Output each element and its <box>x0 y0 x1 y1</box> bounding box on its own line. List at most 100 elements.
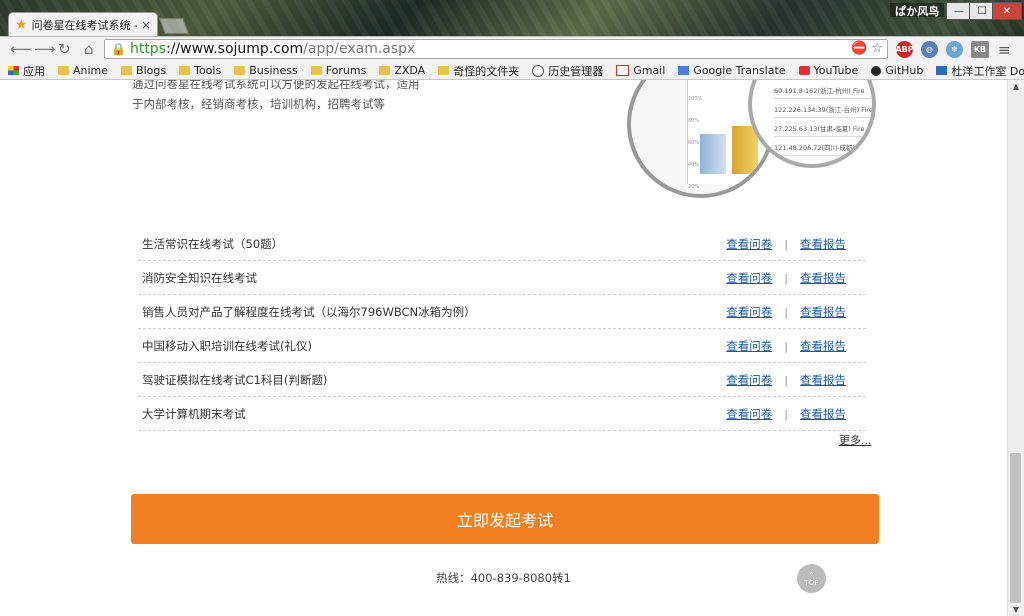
back-arrow-icon[interactable]: ⟵ <box>10 40 32 58</box>
bookmark-item[interactable]: GitHub <box>871 64 923 77</box>
view-survey-link[interactable]: 查看问卷 <box>726 236 772 252</box>
bookmark-label: YouTube <box>813 64 859 77</box>
hamburger-menu-icon[interactable]: ≡ <box>998 41 1011 59</box>
bookmark-label: Gmail <box>633 64 666 77</box>
gmail-icon <box>616 65 630 76</box>
intro-text: 通过问卷星在线考试系统可以方便的发起在线考试，适用于内部考核，经销商考核，培训机… <box>132 80 420 111</box>
user-profile-badge[interactable]: ぱか风鸟 <box>890 3 945 18</box>
link-separator: | <box>784 271 788 285</box>
folder-icon <box>121 66 133 75</box>
lock-icon: 🔒 <box>111 42 126 56</box>
view-survey-link[interactable]: 查看问卷 <box>726 338 772 354</box>
bookmark-item[interactable]: Tools <box>179 64 221 77</box>
exam-list: 生活常识在线考试（50题） 查看问卷 | 查看报告 消防安全知识在线考试 查看问卷 | 查看报… <box>138 228 866 432</box>
view-survey-link[interactable]: 查看问卷 <box>726 304 772 320</box>
bookmark-item[interactable]: Business <box>234 64 298 77</box>
browser-chrome: ★ 问卷星在线考试系统 - 免 × ぱか风鸟 — ☐ ✕ ⟵ ⟶ ↻ ⌂ 🔒 h… <box>0 0 1024 80</box>
view-report-link[interactable]: 查看报告 <box>800 406 846 422</box>
link-separator: | <box>784 407 788 421</box>
doyoung-icon <box>936 66 948 75</box>
bookmark-label: 历史管理器 <box>548 64 604 78</box>
globe-extension-icon[interactable]: ◍ <box>921 41 938 58</box>
magnifier-row: 27.225.63.13(甘肃-临夏) Fire <box>774 122 872 137</box>
view-report-link[interactable]: 查看报告 <box>800 270 846 286</box>
address-bar[interactable]: 🔒 https ://www.sojump.com /app/exam.aspx… <box>104 39 888 59</box>
url-scheme: https <box>129 41 166 57</box>
favicon-star-icon: ★ <box>15 16 28 33</box>
forward-arrow-icon[interactable]: ⟶ <box>34 40 56 58</box>
illustration-tick-label: 100% <box>688 96 703 102</box>
bookmark-item[interactable]: 奇怪的文件夹 <box>438 63 519 79</box>
view-report-link[interactable]: 查看报告 <box>800 236 846 252</box>
tab-close-icon[interactable]: × <box>141 18 151 32</box>
bookmark-item[interactable]: ZXDA <box>379 64 425 77</box>
bookmark-item[interactable]: Forums <box>310 64 366 77</box>
folder-icon <box>234 66 246 75</box>
link-separator: | <box>784 305 788 319</box>
blocked-popup-icon[interactable]: ⛔ <box>851 41 867 56</box>
bookmark-label: ZXDA <box>394 64 426 77</box>
scroll-down-arrow-icon[interactable]: ▼ <box>1011 605 1021 614</box>
bookmark-item[interactable]: 杜洋工作室 DoYoung <box>936 63 1024 79</box>
folder-icon <box>310 66 322 75</box>
apps-icon <box>8 66 19 75</box>
bookmark-item[interactable]: Anime <box>58 64 108 77</box>
exam-row: 销售人员对产品了解程度在线考试（以海尔796WBCN冰箱为例） 查看问卷 | 查看报告 <box>138 296 866 329</box>
bookmark-label: 奇怪的文件夹 <box>453 64 520 78</box>
bookmarks-bar: 应用 Anime Blogs Tools Business Forums ZXDA 奇怪的文件… <box>0 62 1024 80</box>
bookmark-item[interactable]: Google Translate <box>678 64 786 77</box>
bookmark-star-icon[interactable]: ☆ <box>871 41 883 56</box>
browser-toolbar: ⟵ ⟶ ↻ ⌂ 🔒 https ://www.sojump.com /app/e… <box>0 36 1024 63</box>
translate-icon <box>678 66 690 75</box>
start-exam-button[interactable]: 立即发起考试 <box>131 494 879 544</box>
bookmark-label: Blogs <box>136 64 167 77</box>
bookmark-label: 杜洋工作室 DoYoung <box>951 64 1024 78</box>
scrollbar-thumb[interactable] <box>1010 453 1021 603</box>
hotline-text: 热线：400-839-8080转1 <box>436 571 571 585</box>
url-domain: ://www.sojump.com <box>166 41 304 57</box>
kb-extension-icon[interactable]: KB <box>971 41 989 58</box>
exam-row: 消防安全知识在线考试 查看问卷 | 查看报告 <box>138 262 866 295</box>
browser-tab[interactable]: ★ 问卷星在线考试系统 - 免 × <box>8 12 158 36</box>
magnifier-row: 60.191.8.162(浙江-杭州) Fire <box>774 84 872 99</box>
bookmark-item[interactable]: 应用 <box>8 63 45 79</box>
bookmark-label: Google Translate <box>693 64 786 77</box>
view-survey-link[interactable]: 查看问卷 <box>726 406 772 422</box>
view-survey-link[interactable]: 查看问卷 <box>726 270 772 286</box>
back-to-top-button[interactable]: ⌃ TOP <box>797 564 826 593</box>
view-report-link[interactable]: 查看报告 <box>800 372 846 388</box>
folder-icon <box>438 66 450 75</box>
bookmark-item[interactable]: 历史管理器 <box>532 63 603 79</box>
magnifier-row: 148.208.245(广东) <box>774 160 872 164</box>
adblock-extension-icon[interactable]: ABP <box>895 41 914 58</box>
more-link[interactable]: 更多... <box>839 432 872 448</box>
page-scrollbar[interactable]: ▲ ▼ <box>1007 80 1024 616</box>
url-path: /app/exam.aspx <box>303 41 416 57</box>
bookmark-item[interactable]: Blogs <box>121 64 166 77</box>
tab-title: 问卷星在线考试系统 - 免 <box>31 18 137 32</box>
scroll-up-arrow-icon[interactable]: ▲ <box>1011 82 1021 91</box>
snowflake-extension-icon[interactable]: ❄ <box>946 41 963 58</box>
view-report-link[interactable]: 查看报告 <box>800 338 846 354</box>
youtube-icon <box>798 66 810 75</box>
github-icon <box>871 65 882 76</box>
new-tab-button[interactable] <box>159 18 189 34</box>
exam-row: 大学计算机期末考试 查看问卷 | 查看报告 <box>138 398 866 431</box>
window-close-button[interactable]: ✕ <box>992 2 1022 20</box>
exam-row: 中国移动入职培训在线考试(礼仪) 查看问卷 | 查看报告 <box>138 330 866 363</box>
link-separator: | <box>784 373 788 387</box>
home-icon[interactable]: ⌂ <box>84 40 94 58</box>
bookmark-label: Tools <box>194 64 222 77</box>
bookmark-item[interactable]: Gmail <box>616 64 665 77</box>
link-separator: | <box>784 339 788 353</box>
view-survey-link[interactable]: 查看问卷 <box>726 372 772 388</box>
history-icon <box>532 64 545 77</box>
exam-row: 生活常识在线考试（50题） 查看问卷 | 查看报告 <box>138 228 866 261</box>
illustration-tick-label: 20% <box>688 184 700 190</box>
bookmark-item[interactable]: YouTube <box>798 64 859 77</box>
illustration-bar <box>700 134 726 174</box>
bookmark-label: Business <box>249 64 298 77</box>
reload-icon[interactable]: ↻ <box>58 40 71 58</box>
magnifier-row: 122.226.134.39(浙江-台州) Fire <box>774 103 872 118</box>
view-report-link[interactable]: 查看报告 <box>800 304 846 320</box>
